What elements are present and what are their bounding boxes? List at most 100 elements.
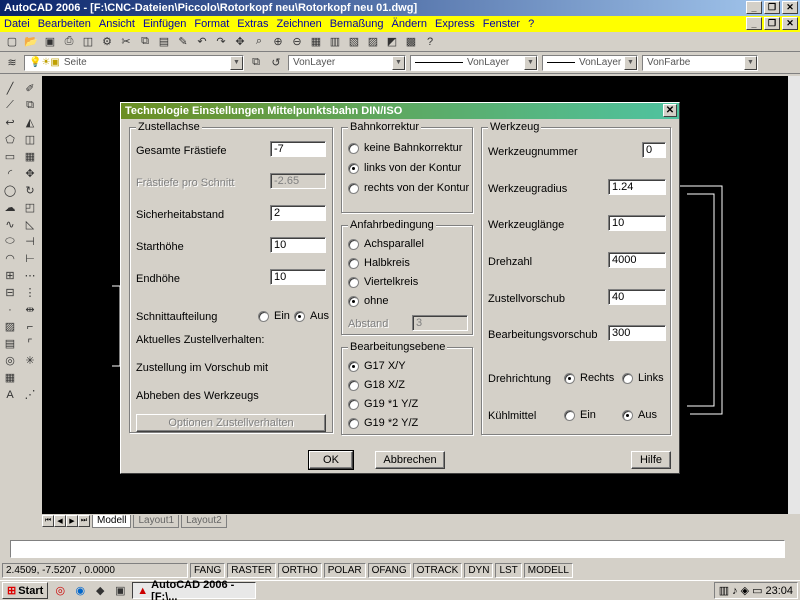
menu-datei[interactable]: Datei xyxy=(0,18,34,30)
kuhlmittel-aus-radio[interactable]: Aus xyxy=(622,409,657,421)
insert-block-icon[interactable]: ⊞ xyxy=(0,267,20,284)
first-tab-icon[interactable]: ⏮ xyxy=(42,515,54,527)
werkzeugradius-input[interactable]: 1.24 xyxy=(608,179,666,195)
paste-icon[interactable]: ▤ xyxy=(156,34,172,50)
properties-icon[interactable]: ▦ xyxy=(308,34,324,50)
rotate-icon[interactable]: ↻ xyxy=(20,182,40,199)
menu-ansicht[interactable]: Ansicht xyxy=(95,18,139,30)
doc-restore-button[interactable]: ❐ xyxy=(764,17,780,30)
schnittaufteilung-aus-radio[interactable]: Aus xyxy=(294,310,329,322)
bahnkorrektur-rechts-radio[interactable]: rechts von der Kontur xyxy=(348,182,469,194)
zustellvorschub-input[interactable]: 40 xyxy=(608,289,666,305)
tray-security-icon[interactable]: ◈ xyxy=(741,584,749,597)
ellipse-icon[interactable]: ⬭ xyxy=(0,233,20,250)
maximize-button[interactable]: ❐ xyxy=(764,1,780,14)
dialog-close-button[interactable]: ✕ xyxy=(663,104,677,117)
menu-bemassung[interactable]: Bemaßung xyxy=(326,18,388,30)
status-ortho[interactable]: ORTHO xyxy=(277,562,322,578)
menu-aendern[interactable]: Ändern xyxy=(388,18,431,30)
menu-format[interactable]: Format xyxy=(190,18,233,30)
chamfer-icon[interactable]: ⌐ xyxy=(20,318,40,335)
minimize-button[interactable]: _ xyxy=(746,1,762,14)
bahnkorrektur-keine-radio[interactable]: keine Bahnkorrektur xyxy=(348,142,462,154)
quicklaunch-opera-icon[interactable]: ◎ xyxy=(52,583,68,599)
menu-help[interactable]: ? xyxy=(524,18,538,30)
menu-express[interactable]: Express xyxy=(431,18,479,30)
markup-icon[interactable]: ◩ xyxy=(384,34,400,50)
undo-icon[interactable]: ↶ xyxy=(194,34,210,50)
anfahr-ohne-radio[interactable]: ohne xyxy=(348,295,388,307)
table-icon[interactable]: ▦ xyxy=(0,369,20,386)
tab-layout2[interactable]: Layout2 xyxy=(181,514,227,528)
make-current-icon[interactable]: ⧉ xyxy=(248,55,264,71)
toolpalette-icon[interactable]: ▧ xyxy=(346,34,362,50)
status-dyn[interactable]: DYN xyxy=(464,562,494,578)
help-icon[interactable]: ? xyxy=(422,34,438,50)
plotstyle-combo[interactable]: VonFarbe ▼ xyxy=(642,54,758,71)
menu-extras[interactable]: Extras xyxy=(233,18,272,30)
status-lst[interactable]: LST xyxy=(495,562,522,578)
zoom-realtime-icon[interactable]: ⌕ xyxy=(251,34,267,50)
menu-bearbeiten[interactable]: Bearbeiten xyxy=(34,18,95,30)
ebene-g19-2-radio[interactable]: G19 *2 Y/Z xyxy=(348,417,418,429)
hilfe-button[interactable]: Hilfe xyxy=(631,451,671,469)
designcenter-icon[interactable]: ▥ xyxy=(327,34,343,50)
drehrichtung-links-radio[interactable]: Links xyxy=(622,372,664,384)
publish-icon[interactable]: ⚙ xyxy=(99,34,115,50)
explode-icon[interactable]: ✳ xyxy=(20,352,40,369)
pan-icon[interactable]: ✥ xyxy=(232,34,248,50)
extend-icon[interactable]: ⊢ xyxy=(20,250,40,267)
abstand-input[interactable]: 3 xyxy=(412,315,468,331)
start-button[interactable]: ⊞ Start xyxy=(2,582,49,599)
trim-icon[interactable]: ⊣ xyxy=(20,233,40,250)
doc-minimize-button[interactable]: _ xyxy=(746,17,762,30)
sicherheitabstand-input[interactable]: 2 xyxy=(270,205,326,221)
frastiefe-schnitt-input[interactable]: -2.65 xyxy=(270,173,326,189)
optionen-zustellverhalten-button[interactable]: Optionen Zustellverhalten xyxy=(136,414,326,432)
fillet-icon[interactable]: ⌜ xyxy=(20,335,40,352)
hatch-icon[interactable]: ▨ xyxy=(0,318,20,335)
status-ofang[interactable]: OFANG xyxy=(367,562,411,578)
anfahr-achsparallel-radio[interactable]: Achsparallel xyxy=(348,238,424,250)
attdef-icon[interactable]: ⋰ xyxy=(20,386,40,403)
tray-monitor-icon[interactable]: ▭ xyxy=(752,584,762,597)
menu-einfuegen[interactable]: Einfügen xyxy=(139,18,190,30)
abbrechen-button[interactable]: Abbrechen xyxy=(375,451,445,469)
anfahr-halbkreis-radio[interactable]: Halbkreis xyxy=(348,257,410,269)
sheetset-icon[interactable]: ▨ xyxy=(365,34,381,50)
gesamte-frastiefe-input[interactable]: -7 xyxy=(270,141,326,157)
tray-volume-icon[interactable]: ♪ xyxy=(732,585,738,597)
mirror-icon[interactable]: ◭ xyxy=(20,114,40,131)
layer-combo[interactable]: 💡☀▣ Seite ▼ xyxy=(24,54,244,71)
join-icon[interactable]: ⇹ xyxy=(20,301,40,318)
ebene-g17-radio[interactable]: G17 X/Y xyxy=(348,360,406,372)
save-icon[interactable]: ▣ xyxy=(42,34,58,50)
point-icon[interactable]: · xyxy=(0,301,20,318)
status-modell[interactable]: MODELL xyxy=(523,562,573,578)
pline-icon[interactable]: ↩ xyxy=(0,114,20,131)
stretch-icon[interactable]: ◺ xyxy=(20,216,40,233)
arc-icon[interactable]: ◜ xyxy=(0,165,20,182)
doc-close-button[interactable]: ✕ xyxy=(782,17,798,30)
erase-icon[interactable]: ✐ xyxy=(20,80,40,97)
vertical-scrollbar[interactable] xyxy=(788,76,800,514)
kuhlmittel-ein-radio[interactable]: Ein xyxy=(564,409,596,421)
endhohe-input[interactable]: 10 xyxy=(270,269,326,285)
close-button[interactable]: ✕ xyxy=(782,1,798,14)
command-line[interactable] xyxy=(10,540,785,558)
cut-icon[interactable]: ✂ xyxy=(118,34,134,50)
status-raster[interactable]: RASTER xyxy=(227,562,276,578)
array-icon[interactable]: ▦ xyxy=(20,148,40,165)
redo-icon[interactable]: ↷ xyxy=(213,34,229,50)
status-polar[interactable]: POLAR xyxy=(323,562,366,578)
rectangle-icon[interactable]: ▭ xyxy=(0,148,20,165)
schnittaufteilung-ein-radio[interactable]: Ein xyxy=(258,310,290,322)
match-icon[interactable]: ✎ xyxy=(175,34,191,50)
open-icon[interactable]: 📂 xyxy=(23,34,39,50)
move-icon[interactable]: ✥ xyxy=(20,165,40,182)
status-otrack[interactable]: OTRACK xyxy=(412,562,463,578)
task-autocad[interactable]: ▲ AutoCAD 2006 - [F:\... xyxy=(132,579,257,600)
preview-icon[interactable]: ◫ xyxy=(80,34,96,50)
bearbeitungsvorschub-input[interactable]: 300 xyxy=(608,325,666,341)
zoom-previous-icon[interactable]: ⊖ xyxy=(289,34,305,50)
